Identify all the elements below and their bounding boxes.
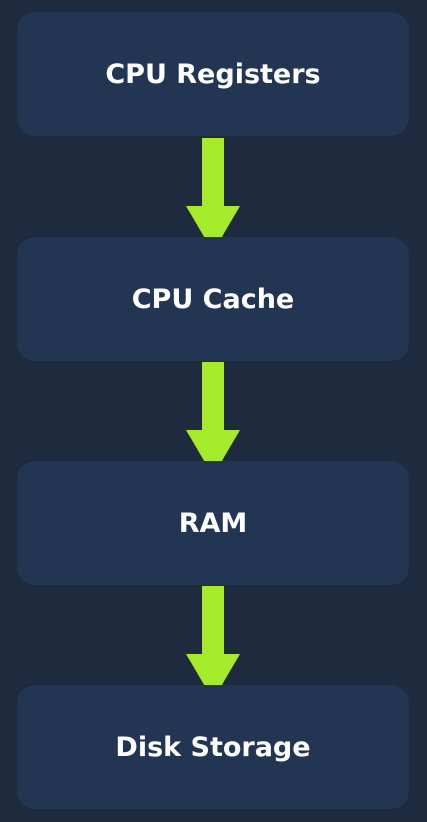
node-label: CPU Registers: [105, 58, 321, 90]
down-arrow-icon: [186, 586, 240, 700]
node-cpu-registers: CPU Registers: [17, 12, 409, 136]
node-disk-storage: Disk Storage: [17, 685, 409, 809]
node-label: CPU Cache: [131, 283, 295, 315]
node-ram: RAM: [17, 461, 409, 585]
down-arrow-icon: [186, 362, 240, 476]
node-cpu-cache: CPU Cache: [17, 237, 409, 361]
memory-hierarchy-diagram: CPU Registers CPU Cache RAM Disk Storage: [0, 0, 427, 822]
node-label: RAM: [178, 507, 248, 539]
node-label: Disk Storage: [115, 731, 311, 763]
down-arrow-icon: [186, 138, 240, 252]
